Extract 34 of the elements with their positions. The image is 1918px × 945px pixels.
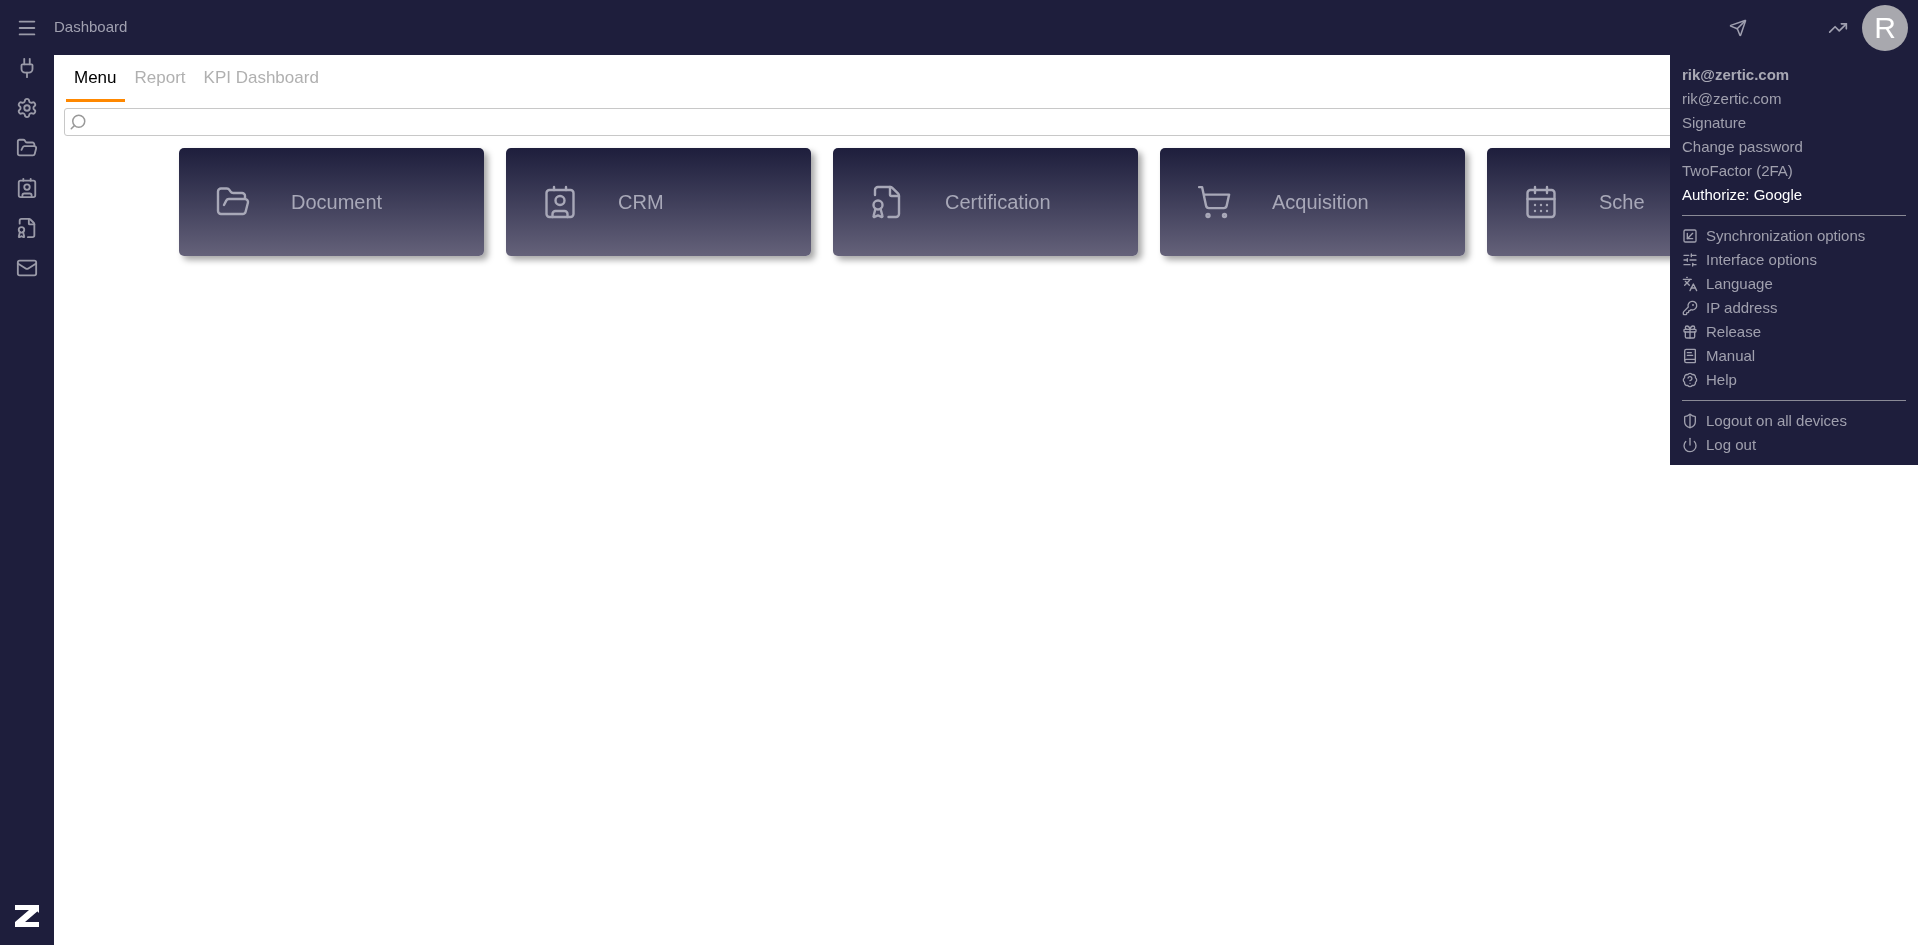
id-card-icon bbox=[542, 183, 578, 220]
search-icon bbox=[69, 112, 87, 131]
module-tile[interactable]: Acquisition bbox=[1160, 147, 1465, 256]
menu-item[interactable]: Logout on all devices bbox=[1682, 409, 1906, 433]
menu-item[interactable]: Language bbox=[1682, 272, 1906, 296]
help-icon bbox=[1682, 372, 1698, 388]
settings-icon[interactable] bbox=[16, 97, 38, 119]
module-tile[interactable]: Document bbox=[179, 147, 484, 256]
page-title: Dashboard bbox=[54, 17, 128, 38]
certificate-file-icon[interactable] bbox=[16, 217, 38, 239]
menu-item[interactable]: Log out bbox=[1682, 433, 1906, 457]
menu-item[interactable]: Manual bbox=[1682, 344, 1906, 368]
calendar-icon bbox=[1523, 183, 1559, 220]
mail-icon[interactable] bbox=[16, 257, 38, 279]
gift-icon bbox=[1682, 324, 1698, 340]
module-tile[interactable]: CRM bbox=[506, 147, 811, 256]
shield-icon bbox=[1682, 413, 1698, 429]
user-email: rik@zertic.com bbox=[1682, 65, 1791, 85]
module-tile[interactable]: Certification bbox=[833, 147, 1138, 256]
language-icon bbox=[1682, 276, 1698, 292]
paper-plane-icon bbox=[1729, 18, 1747, 37]
cart-icon bbox=[1196, 183, 1232, 220]
tab[interactable]: Menu bbox=[66, 65, 125, 102]
folder-icon[interactable] bbox=[16, 137, 38, 159]
sliders-icon bbox=[1682, 252, 1698, 268]
id-card-icon[interactable] bbox=[16, 177, 38, 199]
key-icon bbox=[1682, 300, 1698, 316]
menu-item[interactable]: IP address bbox=[1682, 296, 1906, 320]
menu-item[interactable]: Signature bbox=[1682, 111, 1906, 135]
menu-item[interactable]: Help bbox=[1682, 368, 1906, 392]
menu-item[interactable]: rik@zertic.com bbox=[1682, 87, 1906, 111]
power-icon bbox=[1682, 437, 1698, 453]
book-icon bbox=[1682, 348, 1698, 364]
menu-item[interactable]: Release bbox=[1682, 320, 1906, 344]
